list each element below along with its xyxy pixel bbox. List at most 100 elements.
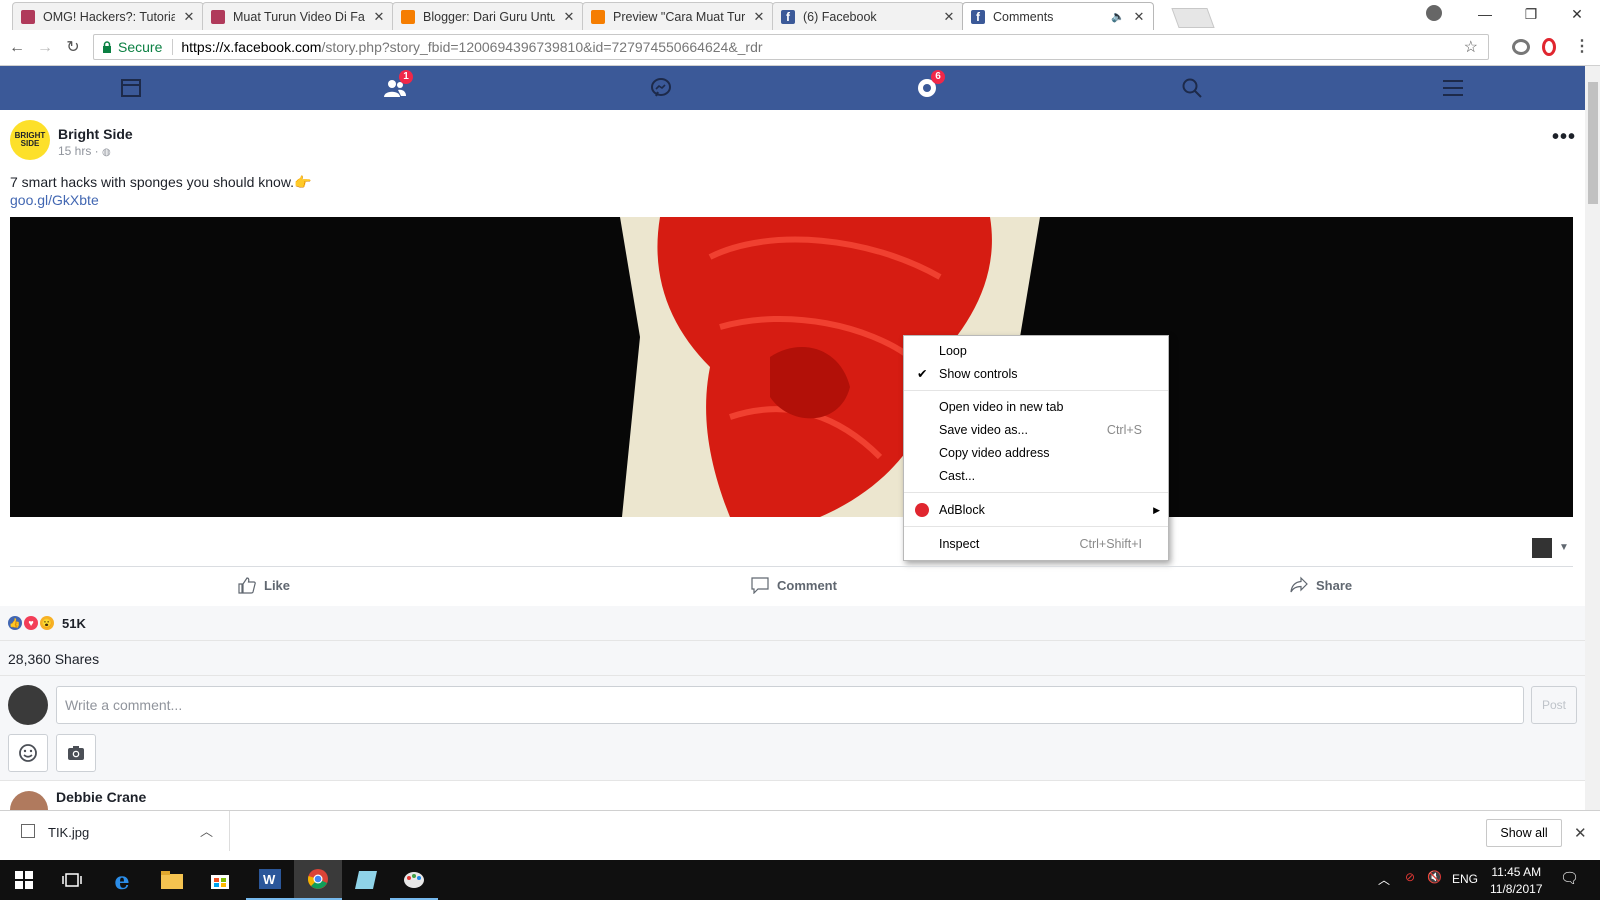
word-icon[interactable]: W <box>246 860 294 900</box>
chevron-up-icon[interactable]: ︿ <box>200 821 213 840</box>
more-options-icon[interactable]: ••• <box>1552 126 1576 149</box>
back-icon[interactable]: ← <box>6 37 28 59</box>
browser-tab[interactable]: Preview "Cara Muat Turu ✕ <box>582 2 774 30</box>
share-icon <box>1290 576 1308 593</box>
reactions-row[interactable]: 👍 ♥ 😮 51K <box>0 606 1585 640</box>
tab-close-icon[interactable]: ✕ <box>753 9 765 25</box>
menu-item-cast[interactable]: Cast... <box>904 465 1168 487</box>
comment-button[interactable]: Comment <box>751 576 837 594</box>
post-comment-button[interactable]: Post <box>1531 686 1577 724</box>
windows-start-icon[interactable] <box>0 860 48 900</box>
dropdown-arrow-icon[interactable]: ▼ <box>1559 542 1569 553</box>
notifications-icon[interactable]: 6 <box>915 70 945 100</box>
commenter-name[interactable]: Debbie Crane <box>56 789 146 805</box>
download-file-name[interactable]: TIK.jpg <box>48 825 89 840</box>
network-disconnected-icon[interactable]: ⊘ <box>1405 870 1415 884</box>
comment-input[interactable]: Write a comment... <box>56 686 1524 724</box>
tab-close-icon[interactable]: ✕ <box>943 9 955 25</box>
tab-title: OMG! Hackers?: Tutorial <box>43 9 175 24</box>
task-view-icon[interactable] <box>48 860 96 900</box>
menu-item-adblock[interactable]: AdBlock ▶ <box>904 499 1168 521</box>
minimize-icon[interactable]: — <box>1462 2 1508 26</box>
browser-tab[interactable]: f (6) Facebook ✕ <box>772 2 964 30</box>
share-button[interactable]: Share <box>1290 576 1352 594</box>
video-frame <box>10 217 1573 517</box>
file-explorer-icon[interactable] <box>148 860 196 900</box>
notifications-badge: 6 <box>931 70 945 84</box>
chrome-menu-icon[interactable]: ⋮ <box>1574 36 1590 56</box>
submenu-arrow-icon: ▶ <box>1153 505 1160 515</box>
close-shelf-icon[interactable]: ✕ <box>1574 824 1587 842</box>
profile-icon[interactable] <box>1426 5 1442 21</box>
video-player[interactable] <box>10 217 1573 517</box>
tab-title: Preview "Cara Muat Turu <box>613 9 745 24</box>
app-icon[interactable] <box>342 860 390 900</box>
photo-button[interactable] <box>56 734 96 772</box>
store-icon[interactable] <box>196 860 244 900</box>
friend-requests-icon[interactable]: 1 <box>383 70 413 100</box>
show-all-downloads-button[interactable]: Show all <box>1486 819 1562 847</box>
sticker-button[interactable] <box>8 734 48 772</box>
shares-row[interactable]: 28,360 Shares <box>0 640 1585 676</box>
speaker-muted-icon[interactable]: 🔇 <box>1427 870 1442 884</box>
browser-tab[interactable]: Muat Turun Video Di Fac ✕ <box>202 2 394 30</box>
paint-icon[interactable] <box>390 860 438 900</box>
url-path: /story.php?story_fbid=1200694396739810&i… <box>321 39 763 55</box>
globe-icon: ◍ <box>102 147 111 158</box>
actor-avatar[interactable] <box>1532 538 1552 558</box>
secure-label: Secure <box>118 39 163 55</box>
blogger-icon <box>591 9 605 24</box>
image-file-icon <box>21 824 35 838</box>
site-favicon-icon <box>21 9 35 24</box>
menu-item-copy-video-address[interactable]: Copy video address <box>904 442 1168 464</box>
extension-icon[interactable] <box>1512 39 1530 55</box>
menu-item-inspect[interactable]: Inspect Ctrl+Shift+I <box>904 533 1168 555</box>
blogger-icon <box>401 9 415 24</box>
menu-item-loop[interactable]: Loop <box>904 340 1168 362</box>
camera-icon <box>68 746 84 760</box>
edge-browser-icon[interactable]: e <box>98 860 146 900</box>
friend-requests-badge: 1 <box>399 70 413 84</box>
new-tab-button[interactable] <box>1171 8 1215 28</box>
opera-adblock-icon[interactable] <box>1542 38 1556 56</box>
restore-icon[interactable]: ❐ <box>1508 2 1554 26</box>
menu-item-show-controls[interactable]: ✔ Show controls <box>904 363 1168 385</box>
menu-item-open-video-new-tab[interactable]: Open video in new tab <box>904 396 1168 418</box>
tab-close-icon[interactable]: ✕ <box>373 9 385 25</box>
tab-close-icon[interactable]: ✕ <box>1133 9 1145 25</box>
browser-tab[interactable]: OMG! Hackers?: Tutorial ✕ <box>12 2 204 30</box>
post-link[interactable]: goo.gl/GkXbte <box>10 192 99 208</box>
chrome-taskbar-icon[interactable] <box>294 860 342 900</box>
tab-close-icon[interactable]: ✕ <box>563 9 575 25</box>
browser-tab-active[interactable]: f Comments 🔈 ✕ <box>962 2 1154 30</box>
user-avatar <box>8 685 48 725</box>
menu-item-save-video[interactable]: Save video as... Ctrl+S <box>904 419 1168 441</box>
commenter-avatar[interactable] <box>10 791 48 811</box>
news-feed-icon[interactable] <box>119 76 143 100</box>
page-name[interactable]: Bright Side <box>58 126 133 142</box>
love-reaction-icon: ♥ <box>24 616 38 630</box>
smiley-icon <box>19 744 37 762</box>
action-center-icon[interactable]: 🗨 <box>1560 869 1579 887</box>
forward-icon[interactable]: → <box>34 37 56 59</box>
clock[interactable]: 11:45 AM 11/8/2017 <box>1490 864 1543 898</box>
menu-icon[interactable] <box>1441 76 1465 100</box>
messenger-icon[interactable] <box>649 76 673 100</box>
reaction-count: 51K <box>62 616 86 631</box>
tab-close-icon[interactable]: ✕ <box>183 9 195 25</box>
language-indicator[interactable]: ENG <box>1452 872 1478 886</box>
reload-icon[interactable]: ↻ <box>62 37 84 59</box>
show-hidden-icons-chevron-icon[interactable]: ︿ <box>1378 871 1390 888</box>
scrollbar-thumb[interactable] <box>1588 82 1598 204</box>
browser-tab[interactable]: Blogger: Dari Guru Untuk ✕ <box>392 2 584 30</box>
clock-time: 11:45 AM <box>1491 865 1542 879</box>
tab-title: (6) Facebook <box>803 9 877 24</box>
post-time: 15 hrs · <box>58 144 103 158</box>
close-window-icon[interactable]: ✕ <box>1554 2 1600 26</box>
address-bar[interactable]: Secure https://x.facebook.com /story.php… <box>93 34 1489 60</box>
like-button[interactable]: Like <box>238 576 290 594</box>
bookmark-star-icon[interactable]: ☆ <box>1464 37 1478 57</box>
search-icon[interactable] <box>1180 76 1204 100</box>
speaker-icon[interactable]: 🔈 <box>1111 10 1125 23</box>
page-avatar[interactable]: BRIGHT SIDE <box>10 120 50 160</box>
